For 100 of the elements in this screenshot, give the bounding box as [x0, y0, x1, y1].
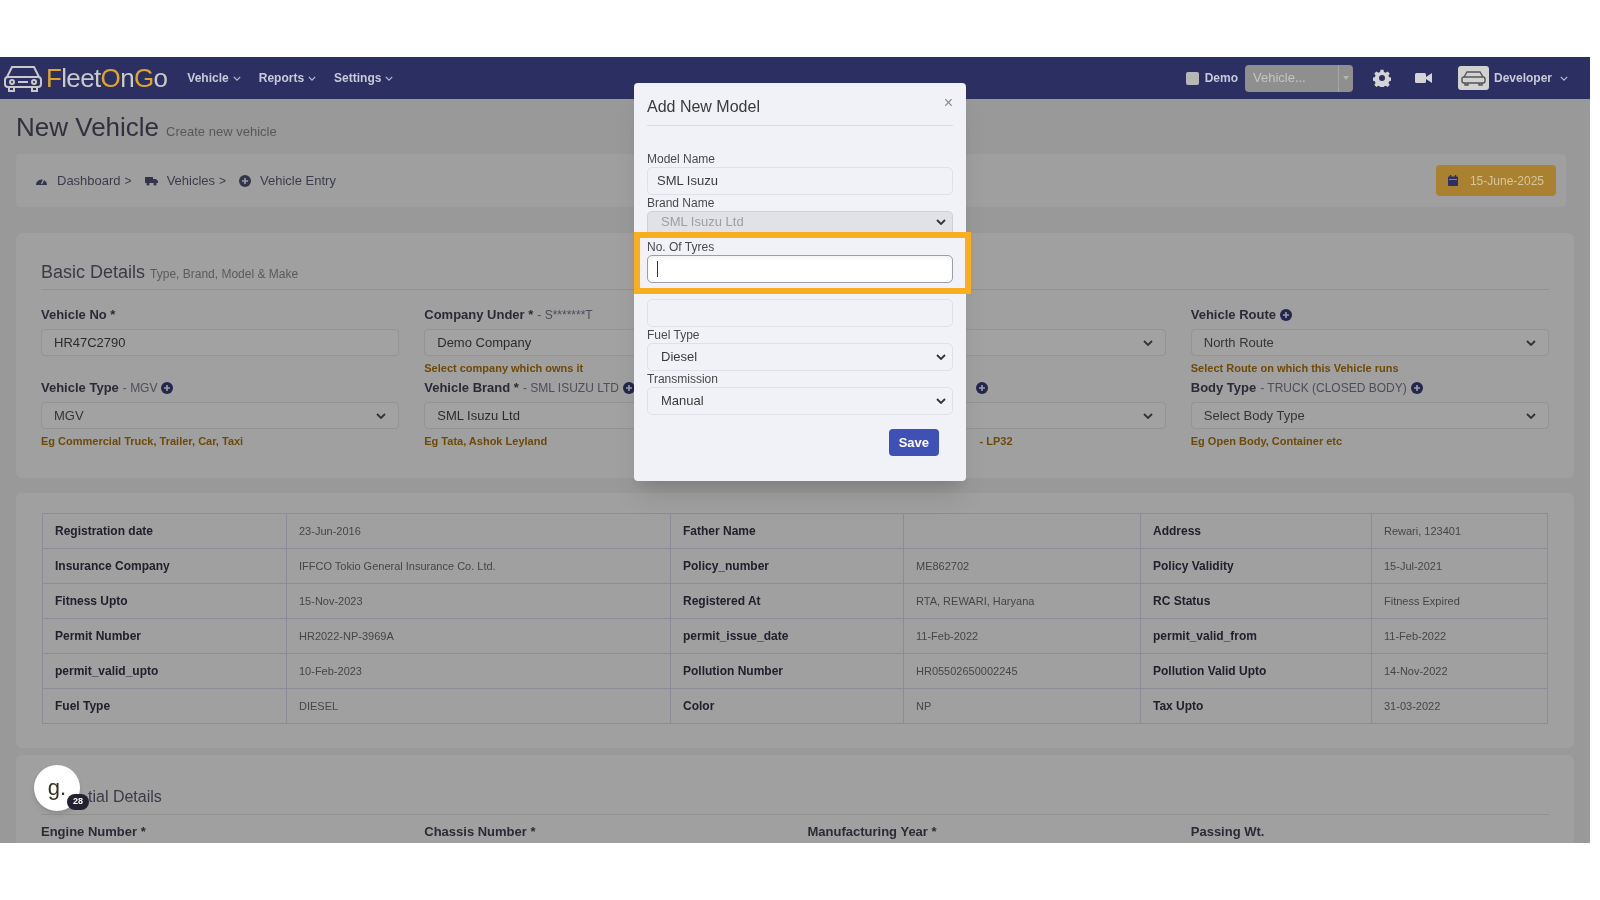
table-cell: DIESEL: [286, 688, 671, 724]
dropdown[interactable]: Diesel: [647, 343, 953, 371]
table-cell: permit_issue_date: [670, 618, 904, 654]
section-title: tial Details: [88, 787, 163, 807]
field-label: Body Type - TRUCK (CLOSED BODY): [1190, 379, 1407, 398]
video-camera-icon[interactable]: [1414, 72, 1432, 84]
modal-title: Add New Model: [647, 97, 760, 117]
chevron-down-icon: [308, 75, 317, 81]
add-icon[interactable]: [622, 382, 635, 394]
logo: FleetOnGo: [46, 63, 168, 93]
chevron-down-icon: [1142, 412, 1153, 419]
table-cell: RTA, REWARI, Haryana: [903, 583, 1141, 619]
chevron-down-icon: [936, 219, 946, 225]
field-label: Vehicle No *: [41, 306, 116, 325]
table-cell: Address: [1140, 513, 1372, 549]
table-cell: Insurance Company: [42, 548, 287, 584]
dropdown[interactable]: MGV: [41, 402, 400, 429]
table-cell: 15-Nov-2023: [286, 583, 671, 619]
section-title: Basic Details: [41, 261, 146, 284]
table-cell: 10-Feb-2023: [286, 653, 671, 689]
demo-checkbox[interactable]: Demo: [1185, 69, 1238, 87]
hint-text: Select company which owns it: [424, 361, 584, 375]
table-cell: 15-Jul-2021: [1371, 548, 1548, 584]
field-label: Chassis Number *: [424, 824, 537, 840]
page-subtitle: Create new vehicle: [166, 123, 277, 141]
dropdown[interactable]: Manual: [647, 387, 953, 415]
breadcrumb-link[interactable]: Vehicles: [166, 170, 216, 191]
add-icon: [239, 174, 252, 187]
table-cell: Tax Upto: [1140, 688, 1372, 724]
calendar-icon: [1447, 175, 1458, 186]
table-cell: Pollution Number: [670, 653, 904, 689]
add-icon[interactable]: [1280, 309, 1292, 321]
table-cell: Color: [670, 688, 904, 724]
table-cell: Fuel Type: [42, 688, 287, 724]
chevron-down-icon: [385, 75, 394, 81]
add-icon[interactable]: [1410, 382, 1423, 394]
table-cell: Rewari, 123401: [1371, 513, 1548, 549]
breadcrumb-separator: >: [124, 172, 132, 190]
breadcrumb-link[interactable]: Vehicle Entry: [260, 170, 336, 191]
field-label: Engine Number *: [41, 824, 147, 840]
field-label: Brand Name: [647, 195, 716, 211]
text-cursor: [657, 261, 658, 277]
section-subtitle: Type, Brand, Model & Make: [150, 266, 299, 283]
field-label: Vehicle Route: [1190, 306, 1276, 325]
close-button[interactable]: ×: [943, 95, 953, 111]
caret-icon: [1342, 76, 1349, 80]
chevron-down-icon: [1526, 339, 1536, 346]
breadcrumb-separator: >: [219, 172, 227, 190]
car-icon: [3, 63, 43, 93]
table-cell: Policy Validity: [1140, 548, 1372, 584]
save-button[interactable]: Save: [888, 429, 939, 456]
input-field[interactable]: [647, 255, 953, 283]
user-menu[interactable]: Developer: [1493, 69, 1568, 87]
table-cell: Registration date: [42, 513, 287, 549]
table-cell: 23-Jun-2016: [286, 513, 671, 549]
field-label: Vehicle Brand * - SML ISUZU LTD: [424, 379, 619, 398]
hint-text: Eg Tata, Ashok Leyland: [424, 434, 548, 448]
field-label: Company Under * - S*******T: [424, 306, 593, 325]
settings-icon[interactable]: [1372, 69, 1391, 87]
field-label: Passing Wt.: [1190, 824, 1266, 840]
chevron-down-icon: [936, 398, 946, 404]
dropdown[interactable]: North Route: [1190, 329, 1549, 356]
table-cell: ME862702: [903, 548, 1141, 584]
nav-menu[interactable]: Vehicle: [187, 69, 241, 87]
avatar-icon[interactable]: [1457, 66, 1489, 90]
chevron-down-icon: [1560, 75, 1568, 81]
table-cell: 31-03-2022: [1371, 688, 1548, 724]
chevron-down-icon: [1142, 339, 1153, 346]
chevron-down-icon: [936, 354, 946, 360]
hint-text: Eg Open Body, Container etc: [1190, 434, 1343, 448]
chevron-down-icon: [376, 412, 387, 419]
hint-text: - LP32: [979, 434, 1013, 448]
table-cell: Father Name: [670, 513, 904, 549]
add-icon[interactable]: [975, 382, 988, 394]
field-label: Transmission: [647, 371, 719, 387]
page-title: New Vehicle: [16, 111, 160, 143]
table-cell: 11-Feb-2022: [903, 618, 1141, 654]
add-icon[interactable]: [161, 382, 174, 394]
field-label: Vehicle Type - MGV: [41, 379, 158, 398]
field-label: Manufacturing Year *: [807, 824, 938, 840]
input-field[interactable]: HR47C2790: [41, 329, 400, 356]
field-label: No. Of Tyres: [647, 239, 716, 255]
table-cell: Registered At: [670, 583, 904, 619]
table-cell: RC Status: [1140, 583, 1372, 619]
table-cell: permit_valid_upto: [42, 653, 287, 689]
nav-menu[interactable]: Settings: [334, 69, 394, 87]
count-badge: 28: [67, 794, 89, 810]
input-field[interactable]: SML Isuzu: [647, 167, 953, 195]
table-cell: Fitness Expired: [1371, 583, 1548, 619]
table-cell: Pollution Valid Upto: [1140, 653, 1372, 689]
table-cell: Policy_number: [670, 548, 904, 584]
field-label: Model Name: [647, 151, 717, 167]
chevron-down-icon: [1526, 412, 1536, 419]
breadcrumb-link[interactable]: Dashboard: [57, 170, 121, 191]
dropdown[interactable]: Select Body Type: [1190, 402, 1549, 429]
table-cell: HR05502650002245: [903, 653, 1141, 689]
nav-menu[interactable]: Reports: [258, 69, 317, 87]
field-label: Fuel Type: [647, 327, 701, 343]
table-cell: IFFCO Tokio General Insurance Co. Ltd.: [286, 548, 671, 584]
table-cell: permit_valid_from: [1140, 618, 1372, 654]
